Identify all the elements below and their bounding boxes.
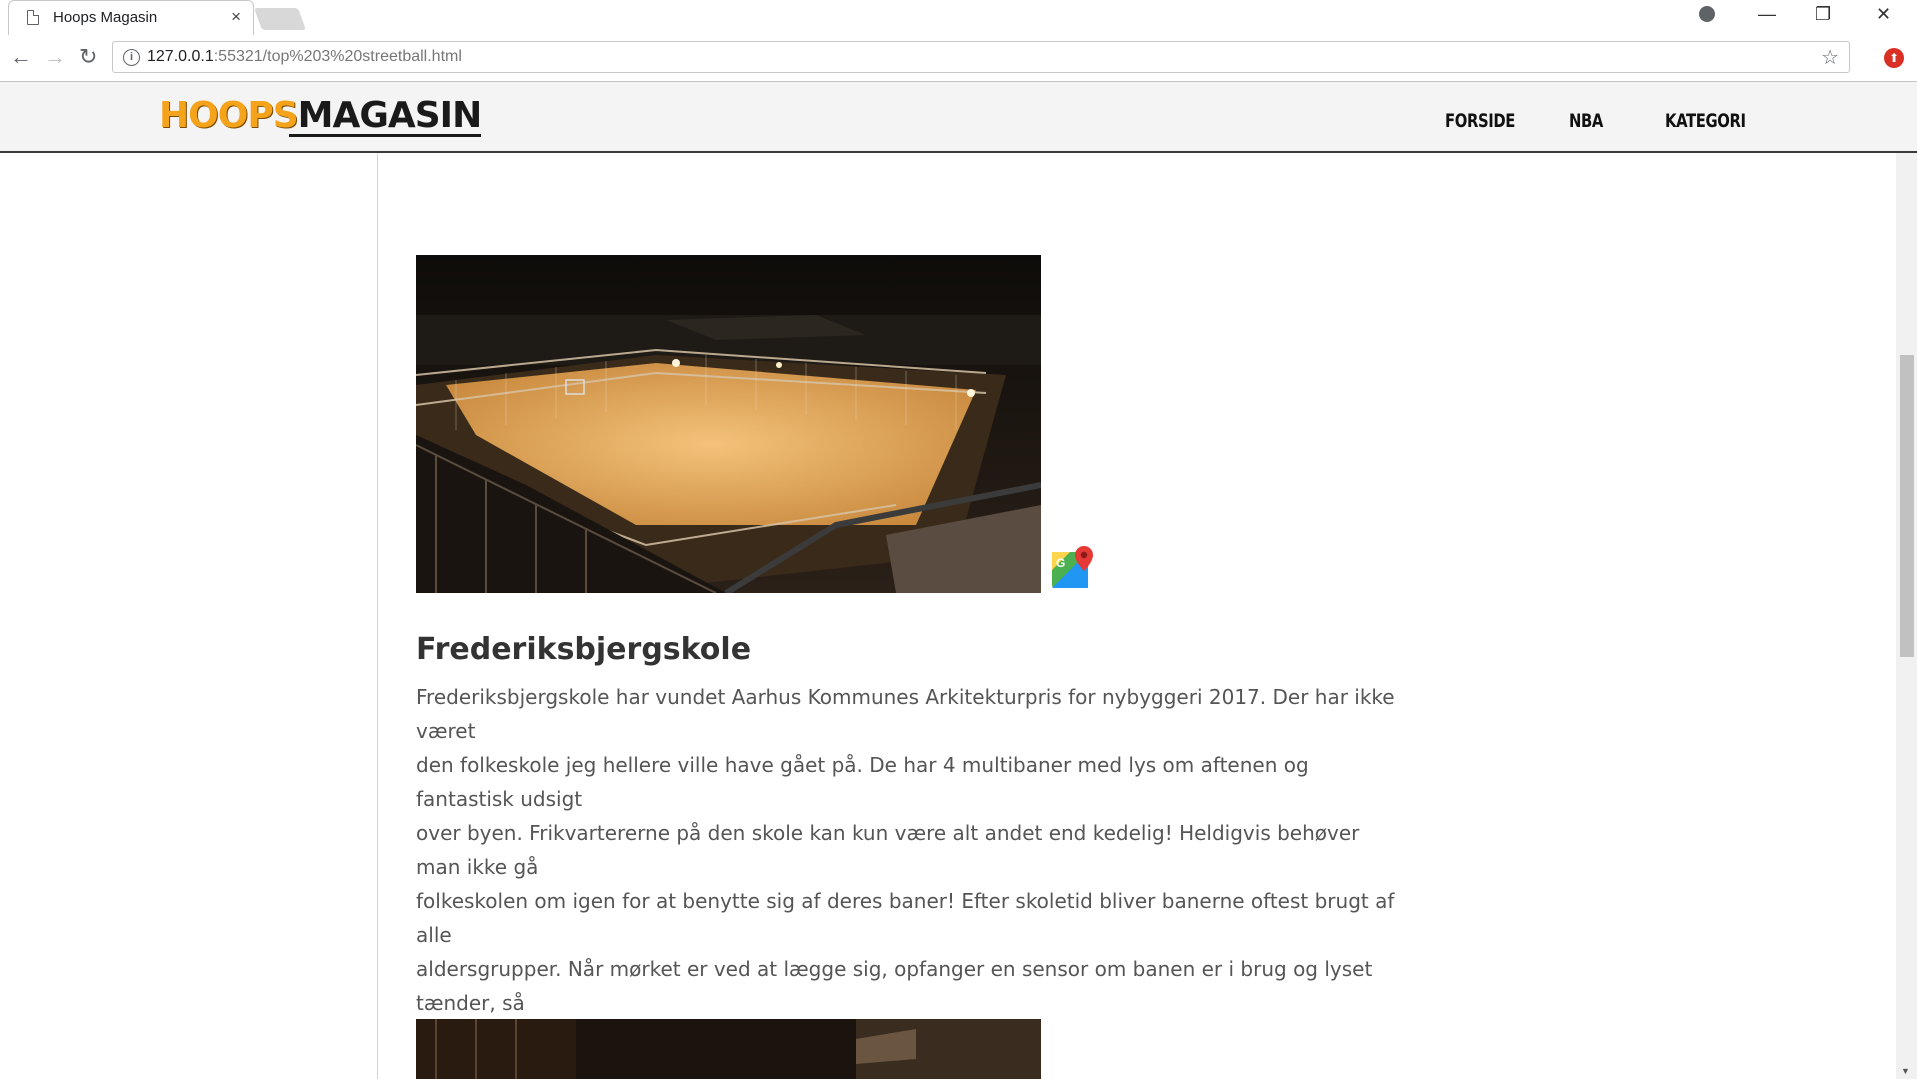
browser-tab[interactable]: Hoops Magasin × (8, 0, 254, 35)
tab-title: Hoops Magasin (53, 9, 158, 26)
court-photo (416, 255, 1041, 593)
spot-description: Frederiksbjergskole har vundet Aarhus Ko… (416, 680, 1406, 1054)
document-icon (27, 10, 39, 25)
close-window-button[interactable]: ✕ (1876, 4, 1891, 25)
site-logo[interactable]: HOOPSMAGASIN (159, 96, 482, 136)
court-photo-drawing (416, 255, 1041, 593)
logo-underline (289, 134, 481, 137)
nav-forside[interactable]: FORSIDE (1445, 110, 1515, 132)
scrollbar-thumb[interactable] (1900, 355, 1914, 657)
address-bar[interactable]: i 127.0.0.1:55321/top%203%20streetball.h… (112, 41, 1850, 73)
reload-icon[interactable]: ↻ (79, 44, 97, 70)
site-header: HOOPSMAGASIN FORSIDE NBA KATEGORI (0, 82, 1917, 153)
next-court-photo (416, 1019, 1041, 1079)
browser-tab-strip: Hoops Magasin × — ❐ ✕ (0, 0, 1917, 35)
minimize-button[interactable]: — (1758, 4, 1776, 25)
google-maps-icon[interactable]: G (1050, 544, 1096, 590)
new-tab-button[interactable] (253, 8, 307, 30)
svg-text:G: G (1056, 556, 1065, 570)
content-divider (377, 153, 378, 1079)
url-text: 127.0.0.1:55321/top%203%20streetball.htm… (147, 48, 462, 65)
description-line: den folkeskole jeg hellere ville have gå… (416, 753, 1309, 811)
browser-toolbar: ← → ↻ i 127.0.0.1:55321/top%203%20street… (0, 35, 1917, 82)
profile-icon[interactable] (1699, 6, 1715, 22)
page-scrollbar[interactable]: ▼ (1896, 153, 1917, 1079)
restore-button[interactable]: ❐ (1815, 4, 1831, 25)
forward-icon[interactable]: → (44, 44, 66, 70)
nav-nba[interactable]: NBA (1569, 110, 1603, 132)
description-line: Frederiksbjergskole har vundet Aarhus Ko… (416, 685, 1395, 743)
extension-icon[interactable]: ⬆ (1884, 48, 1904, 68)
description-line: over byen. Frikvartererne på den skole k… (416, 821, 1360, 879)
bookmark-star-icon[interactable]: ☆ (1821, 45, 1839, 70)
spot-title: Frederiksbjergskole (416, 632, 752, 667)
site-info-icon[interactable]: i (123, 49, 140, 66)
back-icon[interactable]: ← (10, 44, 32, 70)
tab-close-icon[interactable]: × (231, 7, 241, 27)
description-line: folkeskolen om igen for at benytte sig a… (416, 889, 1395, 947)
scroll-down-icon[interactable]: ▼ (1901, 1066, 1910, 1076)
nav-kategori[interactable]: KATEGORI (1665, 110, 1746, 132)
next-photo-drawing (416, 1019, 1041, 1079)
description-line: aldersgrupper. Når mørket er ved at lægg… (416, 957, 1373, 1015)
